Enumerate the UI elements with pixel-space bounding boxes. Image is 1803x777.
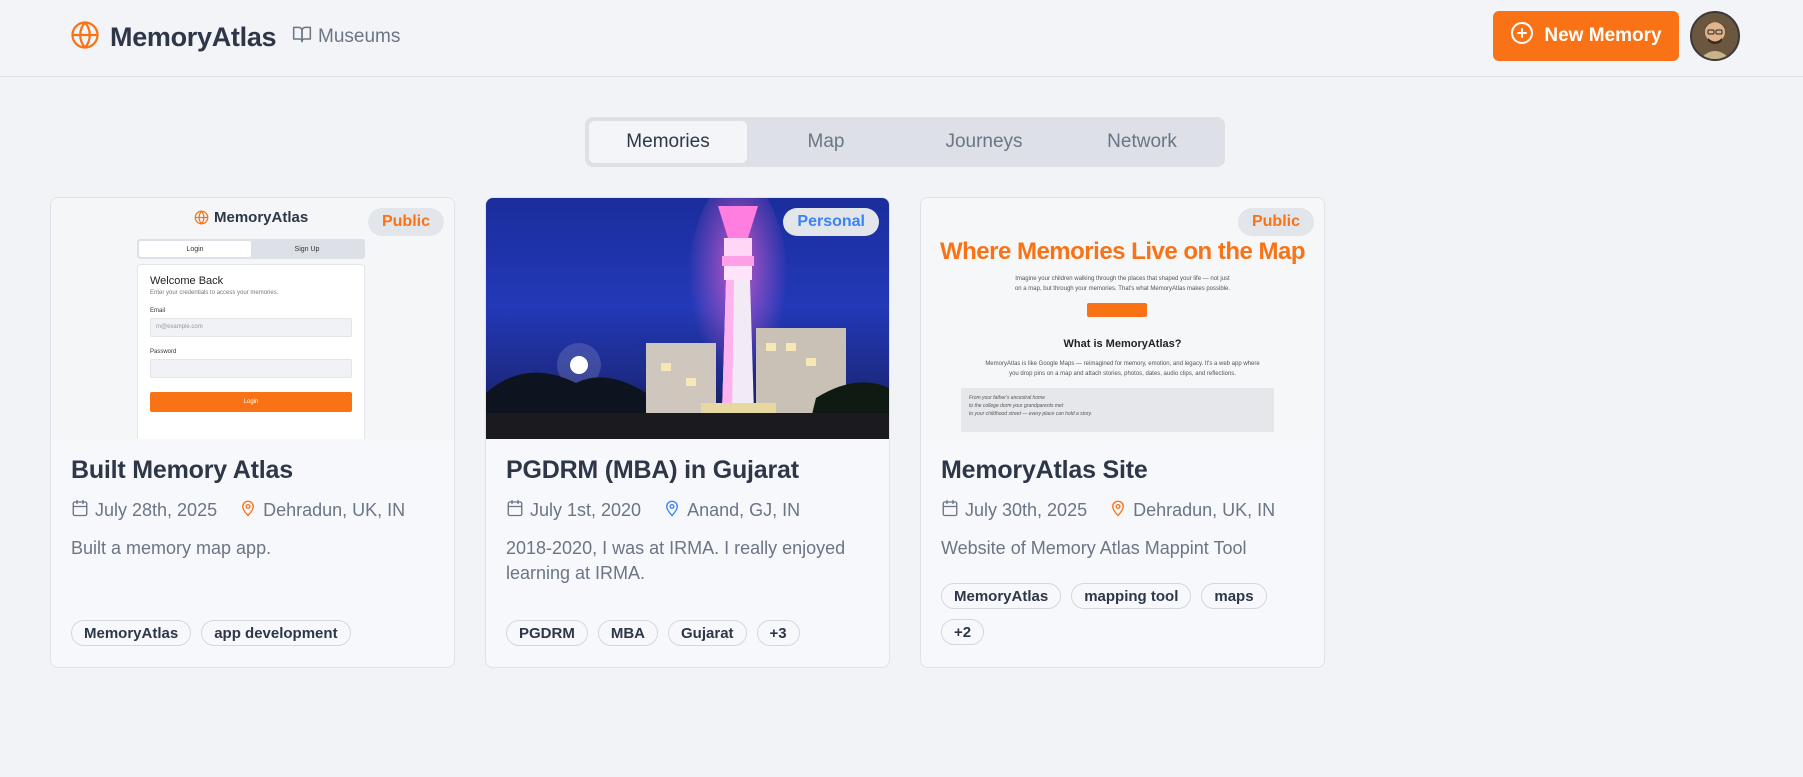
- preview-heading: Welcome Back: [150, 275, 224, 287]
- preview-logo-text: MemoryAtlas: [214, 209, 309, 226]
- tag-more[interactable]: +3: [756, 620, 800, 646]
- card-body: MemoryAtlas Site July 30th, 2025 Dehradu…: [941, 456, 1304, 561]
- tag[interactable]: MemoryAtlas: [71, 620, 192, 646]
- preview-hero: Where Memories Live on the Map: [939, 238, 1306, 265]
- brand[interactable]: MemoryAtlas: [70, 20, 277, 55]
- card-location: Dehradun, UK, IN: [1109, 499, 1275, 522]
- card-image: Where Memories Live on the Map Imagine y…: [921, 198, 1324, 439]
- preview-body: you drop pins on a map and attach storie…: [1009, 371, 1236, 377]
- preview-line: Imagine your children walking through th…: [1015, 276, 1230, 282]
- view-tabs: Memories Map Journeys Network: [585, 117, 1225, 167]
- tab-map[interactable]: Map: [747, 121, 905, 163]
- preview-section-title: What is MemoryAtlas?: [1063, 338, 1182, 350]
- preview-subheading: Enter your credentials to access your me…: [150, 290, 279, 296]
- card-description: Built a memory map app.: [71, 538, 272, 558]
- preview-login-button: Login: [150, 392, 352, 412]
- card-title: MemoryAtlas Site: [941, 456, 1148, 484]
- preview-button: [1087, 303, 1147, 317]
- card-location-text: Anand, GJ, IN: [687, 500, 801, 520]
- card-location: Anand, GJ, IN: [663, 499, 800, 522]
- tab-journeys[interactable]: Journeys: [905, 121, 1063, 163]
- card-body: PGDRM (MBA) in Gujarat July 1st, 2020 An…: [506, 456, 869, 586]
- tag[interactable]: PGDRM: [506, 620, 588, 646]
- card-tags: PGDRM MBA Gujarat +3: [506, 620, 869, 646]
- card-location-text: Dehradun, UK, IN: [263, 500, 406, 520]
- preview-password-field: [150, 359, 352, 378]
- memory-card[interactable]: Where Memories Live on the Map Imagine y…: [920, 197, 1325, 668]
- card-date: July 30th, 2025: [941, 499, 1087, 522]
- book-open-icon: [292, 24, 312, 50]
- card-location-text: Dehradun, UK, IN: [1133, 500, 1276, 520]
- visibility-badge: Public: [367, 208, 444, 236]
- card-date-text: July 28th, 2025: [95, 500, 218, 520]
- preview-tabs: Login Sign Up: [137, 239, 365, 259]
- preview-email-label: Email: [150, 308, 166, 314]
- card-image: Personal: [486, 198, 889, 439]
- app-title: MemoryAtlas: [110, 22, 277, 52]
- card-body: Built Memory Atlas July 28th, 2025 Dehra…: [71, 456, 434, 561]
- preview-email-field: m@example.com: [150, 318, 352, 337]
- tab-memories[interactable]: Memories: [589, 121, 747, 163]
- tag[interactable]: maps: [1201, 583, 1267, 609]
- tag[interactable]: mapping tool: [1071, 583, 1192, 609]
- plus-circle-icon: [1510, 21, 1534, 51]
- user-avatar[interactable]: [1690, 11, 1740, 61]
- card-description: 2018-2020, I was at IRMA. I really enjoy…: [506, 538, 846, 583]
- calendar-icon: [71, 499, 89, 522]
- visibility-badge: Personal: [783, 208, 879, 236]
- preview-password-label: Password: [150, 349, 177, 355]
- tab-network[interactable]: Network: [1063, 121, 1221, 163]
- card-meta: July 28th, 2025 Dehradun, UK, IN: [71, 499, 434, 522]
- globe-icon: [70, 20, 100, 55]
- calendar-icon: [506, 499, 524, 522]
- memory-card[interactable]: MemoryAtlas Login Sign Up Welcome Back E…: [50, 197, 455, 668]
- calendar-icon: [941, 499, 959, 522]
- new-memory-label: New Memory: [1544, 25, 1662, 46]
- card-title: PGDRM (MBA) in Gujarat: [506, 456, 799, 484]
- preview-logo: MemoryAtlas: [194, 209, 308, 226]
- card-date-text: July 30th, 2025: [965, 500, 1088, 520]
- preview-login-form: Welcome Back Enter your credentials to a…: [137, 264, 365, 439]
- card-date-text: July 1st, 2020: [530, 500, 642, 520]
- preview-tab-signup: Sign Up: [294, 245, 320, 253]
- preview-body: MemoryAtlas is like Google Maps — reimag…: [985, 361, 1260, 367]
- map-pin-icon: [663, 499, 681, 522]
- map-pin-icon: [1109, 499, 1127, 522]
- map-pin-icon: [239, 499, 257, 522]
- preview-quote-line: to your childhood street — every place c…: [969, 411, 1093, 417]
- preview-quote: From your father's ancestral home to the…: [961, 388, 1274, 432]
- card-title: Built Memory Atlas: [71, 456, 293, 484]
- card-date: July 1st, 2020: [506, 499, 641, 522]
- tag[interactable]: MemoryAtlas: [941, 583, 1062, 609]
- visibility-badge: Public: [1237, 208, 1314, 236]
- tag[interactable]: app development: [201, 620, 351, 646]
- top-header: MemoryAtlas Museums New Memory: [0, 0, 1803, 77]
- card-meta: July 30th, 2025 Dehradun, UK, IN: [941, 499, 1304, 522]
- nav-museums-label: Museums: [318, 26, 401, 47]
- new-memory-button[interactable]: New Memory: [1493, 11, 1679, 61]
- card-location: Dehradun, UK, IN: [239, 499, 405, 522]
- preview-quote-line: From your father's ancestral home: [969, 395, 1045, 401]
- card-date: July 28th, 2025: [71, 499, 217, 522]
- card-image: MemoryAtlas Login Sign Up Welcome Back E…: [51, 198, 454, 439]
- memory-card[interactable]: Personal PGDRM (MBA) in Gujarat July 1st…: [485, 197, 890, 668]
- card-meta: July 1st, 2020 Anand, GJ, IN: [506, 499, 869, 522]
- tag[interactable]: Gujarat: [668, 620, 747, 646]
- card-tags: MemoryAtlas app development: [71, 620, 434, 646]
- tag[interactable]: MBA: [597, 620, 659, 646]
- preview-line: on a map, but through your memories. Tha…: [1014, 286, 1231, 292]
- nav-museums-link[interactable]: Museums: [292, 24, 400, 50]
- preview-tab-login: Login: [139, 241, 251, 257]
- card-tags: MemoryAtlas mapping tool maps +2: [941, 583, 1304, 645]
- preview-quote-line: to the college dorm your grandparents me…: [969, 403, 1064, 409]
- tag-more[interactable]: +2: [941, 619, 985, 645]
- card-description: Website of Memory Atlas Mappint Tool: [941, 538, 1247, 558]
